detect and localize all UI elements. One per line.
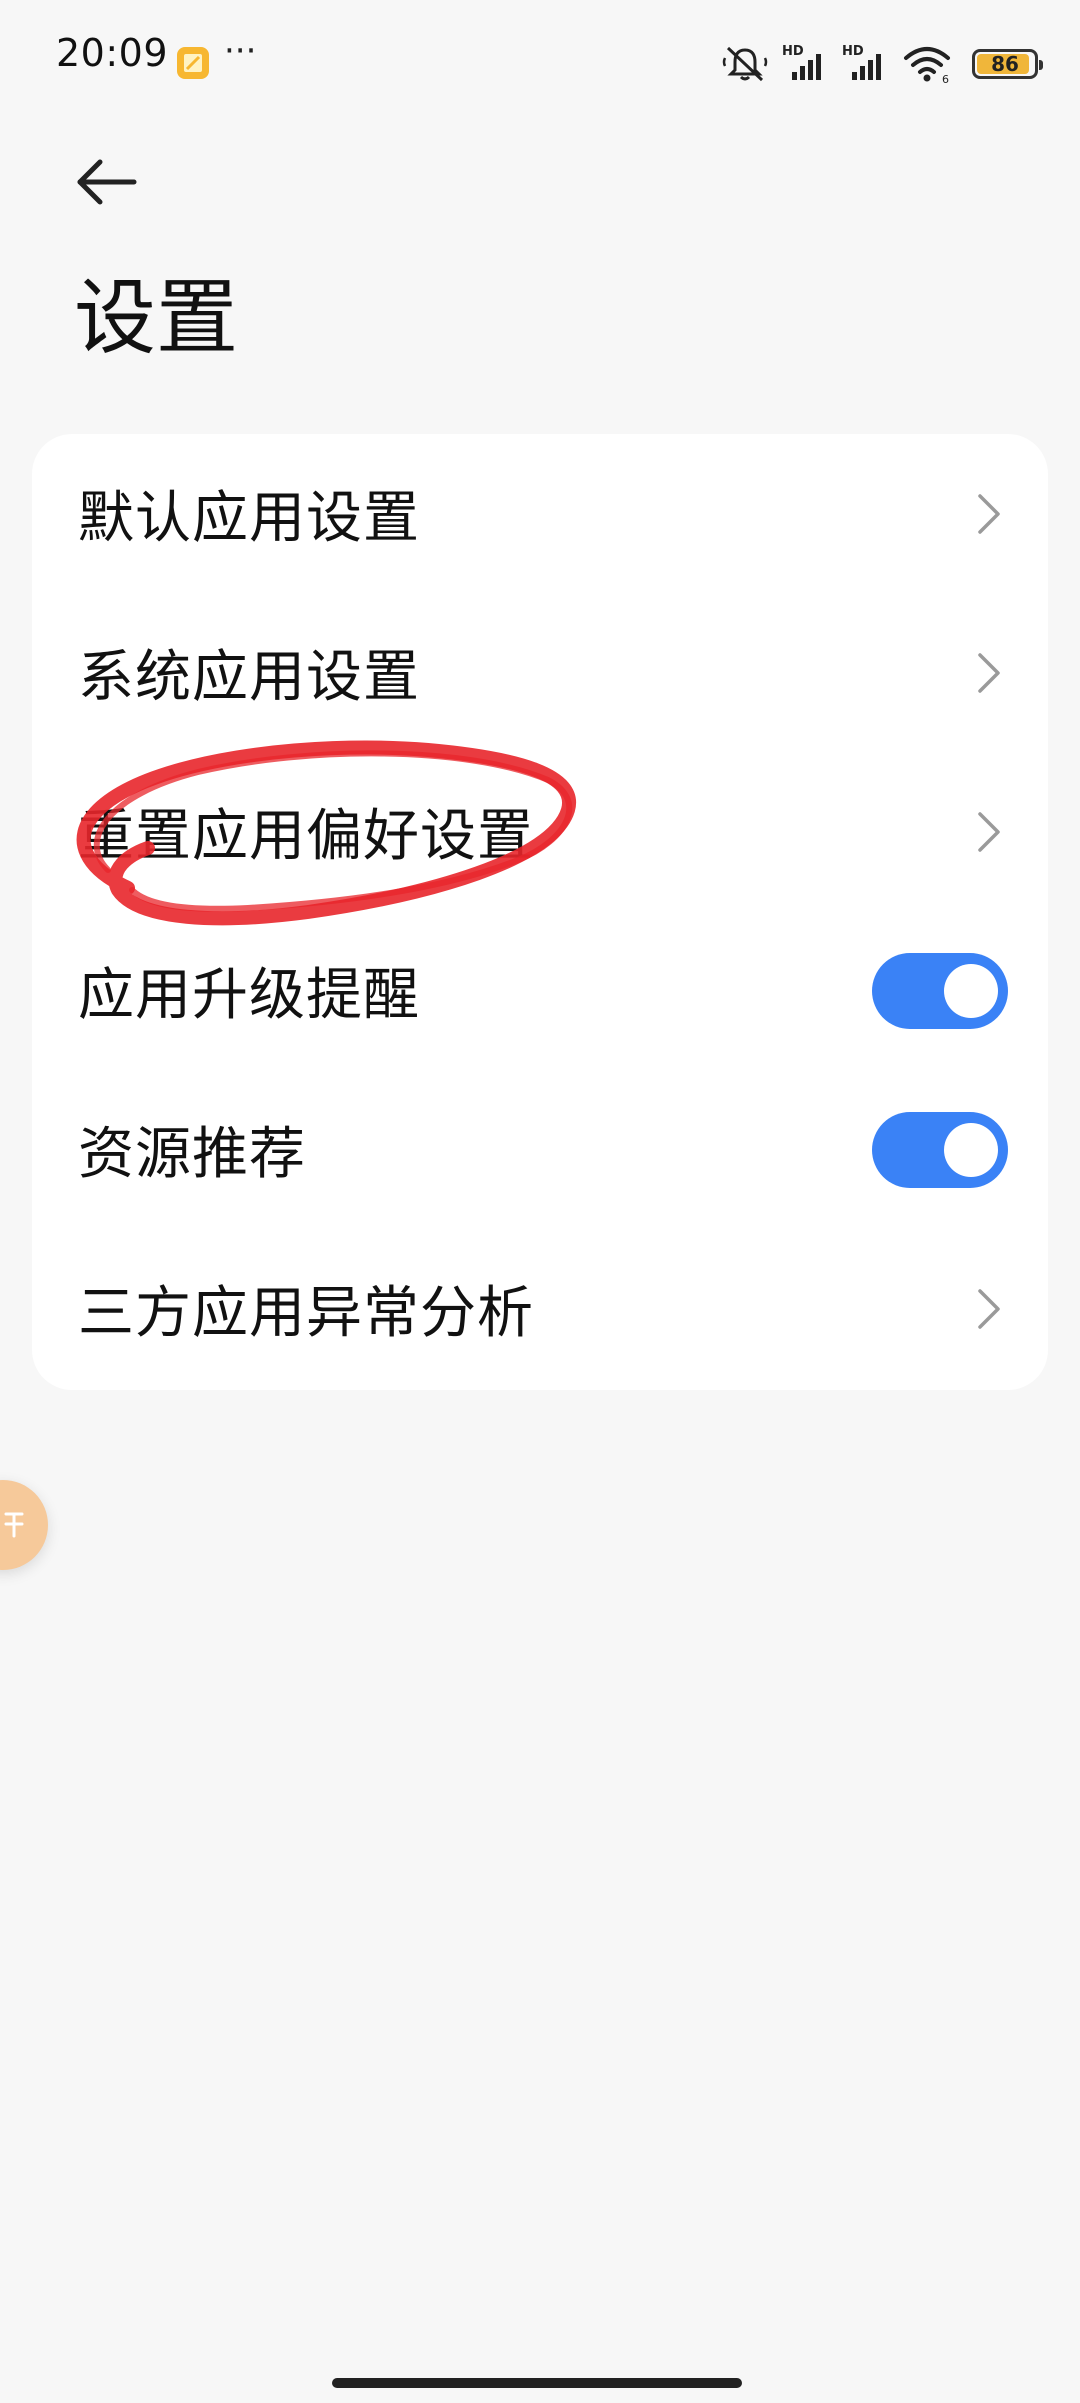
upgrade-reminder-toggle[interactable] [872, 952, 1008, 1029]
page-title: 设置 [74, 271, 239, 366]
settings-item-upgrade-reminder[interactable]: 应用升级提醒 [32, 911, 1048, 1070]
settings-card: 默认应用设置 系统应用设置 重置应用偏好设置 应用升级提醒 资源推荐 三方应用异… [32, 434, 1048, 1390]
signal-icon: HD [842, 44, 888, 84]
battery-icon: 86 [972, 49, 1043, 79]
status-icons: HD HD 6 86 [722, 42, 1043, 86]
wifi-icon: 6 [904, 47, 950, 84]
chevron-right-icon [974, 490, 1004, 538]
notification-app-icon [177, 47, 209, 79]
signal-icon: HD [782, 44, 828, 84]
settings-item-default-apps[interactable]: 默认应用设置 [32, 434, 1048, 593]
assistant-icon [4, 1512, 24, 1538]
settings-item-resource-recommend[interactable]: 资源推荐 [32, 1070, 1048, 1229]
arrow-left-icon [77, 159, 137, 205]
settings-item-reset-preferences[interactable]: 重置应用偏好设置 [32, 752, 1048, 911]
mute-icon [722, 46, 768, 82]
settings-item-label: 资源推荐 [78, 1122, 306, 1187]
chevron-right-icon [974, 1285, 1004, 1333]
settings-item-label: 三方应用异常分析 [78, 1281, 534, 1346]
settings-item-label: 系统应用设置 [78, 645, 420, 710]
chevron-right-icon [974, 808, 1004, 856]
settings-item-label: 默认应用设置 [78, 486, 420, 551]
home-indicator[interactable] [332, 2378, 742, 2388]
floating-assistant-bubble[interactable] [0, 1480, 48, 1570]
svg-text:6: 6 [942, 73, 949, 84]
more-notifications-icon: ··· [224, 31, 257, 71]
back-button[interactable] [70, 146, 142, 218]
battery-level: 86 [991, 52, 1019, 76]
toggle-knob [944, 1122, 998, 1177]
settings-item-label: 重置应用偏好设置 [78, 804, 534, 869]
resource-recommend-toggle[interactable] [872, 1111, 1008, 1188]
settings-item-system-apps[interactable]: 系统应用设置 [32, 593, 1048, 752]
status-time: 20:09 [56, 31, 169, 75]
chevron-right-icon [974, 649, 1004, 697]
settings-item-label: 应用升级提醒 [78, 963, 420, 1028]
status-bar: 20:09 ··· HD HD 6 86 [0, 0, 1080, 120]
settings-item-third-party-analysis[interactable]: 三方应用异常分析 [32, 1229, 1048, 1388]
toggle-knob [944, 963, 998, 1018]
